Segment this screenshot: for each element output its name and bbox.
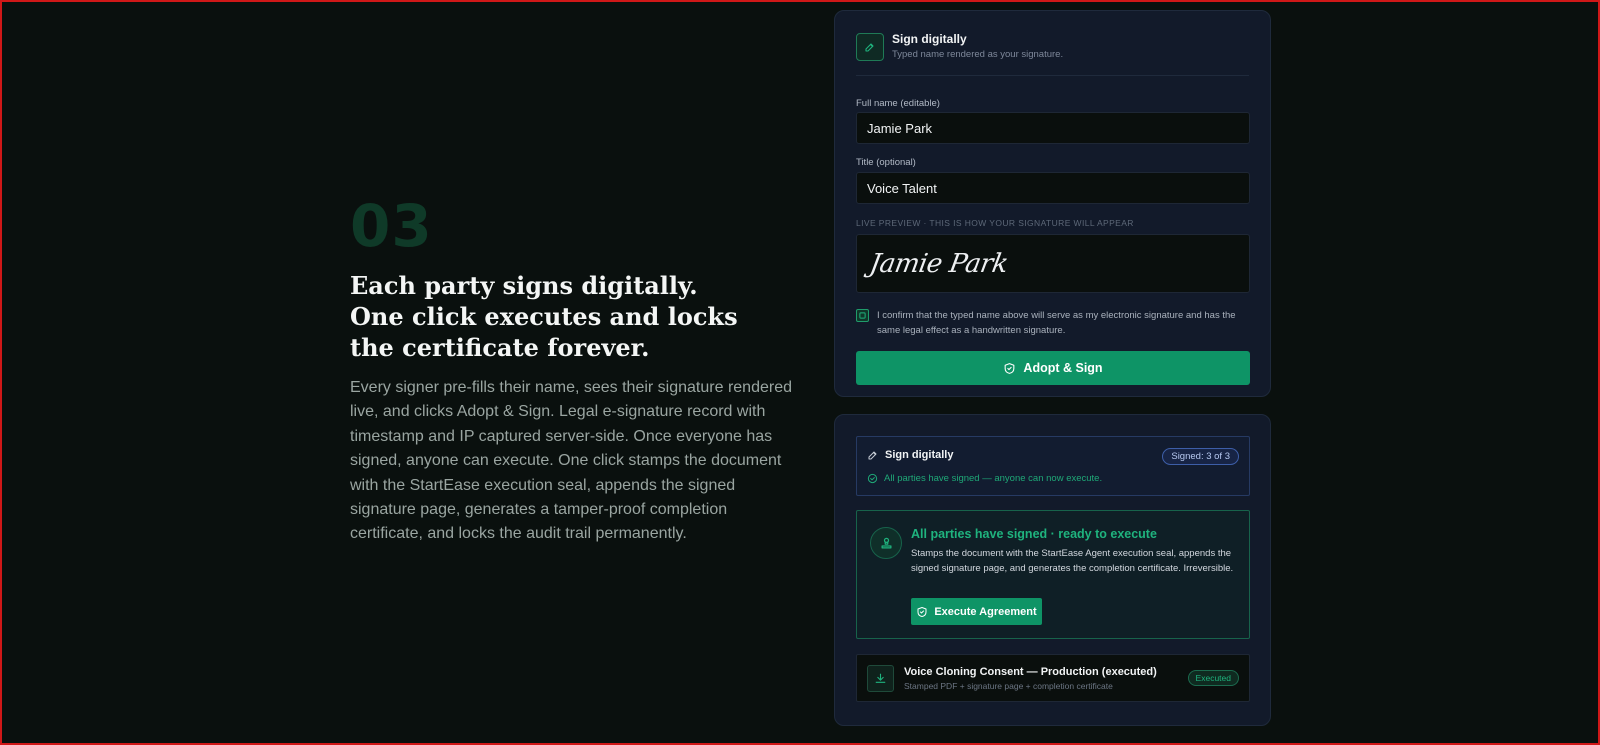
divider xyxy=(856,75,1249,76)
check-circle-icon xyxy=(867,473,878,484)
executed-badge: Executed xyxy=(1187,670,1239,686)
adopt-and-sign-button[interactable]: Adopt & Sign xyxy=(856,351,1250,385)
ready-description: Stamps the document with the StartEase A… xyxy=(911,548,1234,574)
execute-card: Sign digitally Signed: 3 of 3 All partie… xyxy=(834,414,1271,726)
live-preview-label: LIVE PREVIEW · THIS IS HOW YOUR SIGNATUR… xyxy=(856,218,1134,228)
full-name-label: Full name (editable) xyxy=(856,98,940,109)
consent-text: I confirm that the typed name above will… xyxy=(877,310,1236,336)
title-label: Title (optional) xyxy=(856,157,916,168)
signing-status: Sign digitally Signed: 3 of 3 All partie… xyxy=(856,436,1250,496)
signature-preview-text: Jamie Park xyxy=(867,248,1011,279)
checkbox-checked-icon xyxy=(859,312,866,319)
ready-title: All parties have signed · ready to execu… xyxy=(911,527,1157,541)
sign-card: Sign digitally Typed name rendered as yo… xyxy=(834,10,1271,397)
adopt-button-label: Adopt & Sign xyxy=(1023,361,1103,375)
shield-check-icon xyxy=(917,606,927,617)
executed-document-row[interactable]: Voice Cloning Consent — Production (exec… xyxy=(856,654,1250,702)
download-icon[interactable] xyxy=(867,665,894,692)
document-subtitle: Stamped PDF + signature page + completio… xyxy=(904,681,1113,691)
pen-icon xyxy=(868,451,877,460)
sign-card-subtitle: Typed name rendered as your signature. xyxy=(892,49,1064,60)
signed-count-badge: Signed: 3 of 3 xyxy=(1162,448,1239,465)
shield-check-icon xyxy=(1005,362,1015,374)
sign-card-header: Sign digitally Typed name rendered as yo… xyxy=(856,32,1063,61)
title-input[interactable] xyxy=(856,172,1250,204)
consent-checkbox[interactable] xyxy=(856,309,869,322)
execute-button-label: Execute Agreement xyxy=(934,605,1037,618)
status-message: All parties have signed — anyone can now… xyxy=(884,473,1103,484)
step-headline: Each party signs digitally. One click ex… xyxy=(350,271,738,362)
pen-icon xyxy=(856,32,884,61)
execute-agreement-button[interactable]: Execute Agreement xyxy=(911,598,1042,625)
status-title: Sign digitally xyxy=(885,449,954,461)
document-title: Voice Cloning Consent — Production (exec… xyxy=(904,666,1157,678)
consent-row[interactable]: I confirm that the typed name above will… xyxy=(856,308,1250,338)
signature-preview: Jamie Park xyxy=(856,234,1250,293)
sign-card-title: Sign digitally xyxy=(892,32,967,46)
step-number: 03 xyxy=(350,192,433,260)
stamp-icon xyxy=(870,527,902,559)
ready-to-execute-panel: All parties have signed · ready to execu… xyxy=(856,510,1250,639)
step-section: 03 Each party signs digitally. One click… xyxy=(350,192,795,547)
step-description: Every signer pre-fills their name, sees … xyxy=(350,379,792,543)
full-name-input[interactable] xyxy=(856,112,1250,144)
